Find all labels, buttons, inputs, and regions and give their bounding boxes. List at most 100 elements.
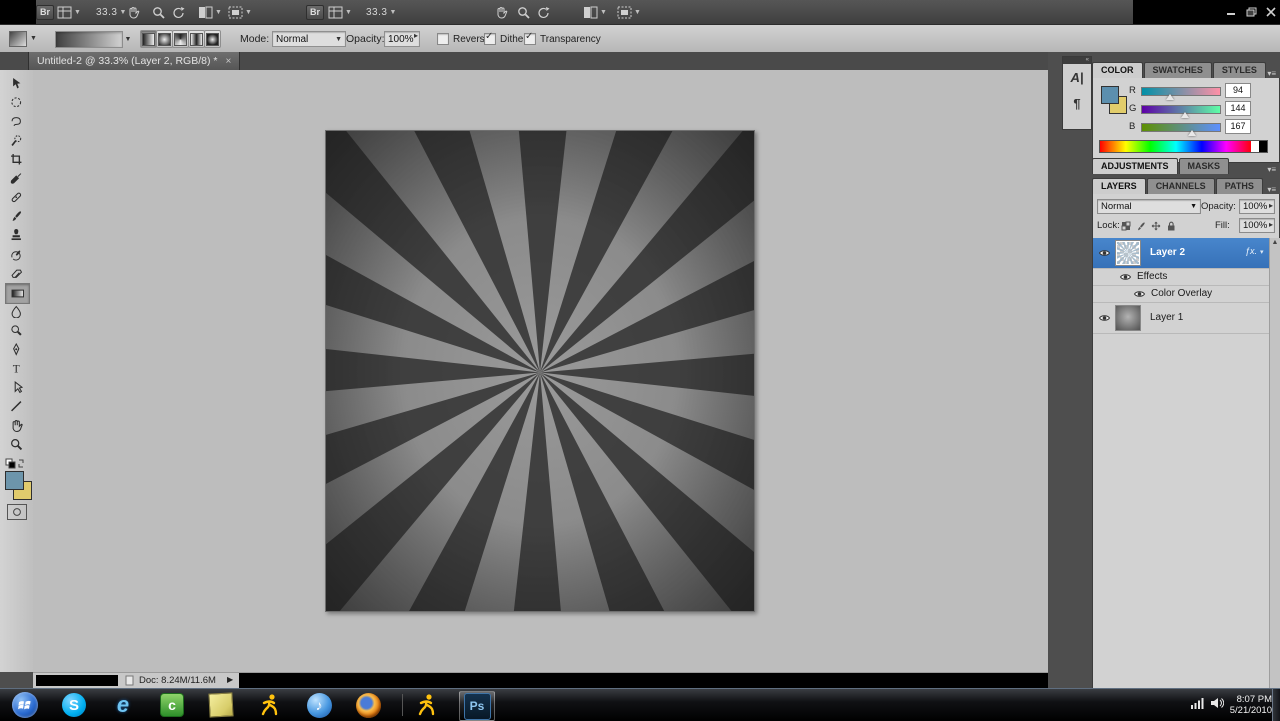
zoom-tool[interactable]: [6, 435, 27, 454]
layer-thumbnail[interactable]: [1099, 224, 1157, 282]
dodge-tool[interactable]: [6, 321, 27, 340]
effect-item-row[interactable]: Color Overlay: [1093, 286, 1269, 303]
g-value-field[interactable]: 144: [1225, 101, 1251, 116]
brush-tool[interactable]: [6, 207, 27, 226]
color-panel-menu-icon[interactable]: ▾≡: [1267, 69, 1280, 78]
taskbar-button-photoshop[interactable]: Ps: [459, 691, 495, 721]
layers-tab-layers[interactable]: LAYERS: [1092, 178, 1146, 194]
adjustments-tab-adjustments[interactable]: ADJUSTMENTS: [1092, 158, 1178, 174]
foreground-color-swatch[interactable]: [1101, 86, 1119, 104]
taskbar-button-internet-explorer[interactable]: e: [106, 691, 140, 719]
quick-select-tool[interactable]: [6, 131, 27, 150]
angle-gradient-button[interactable]: [172, 30, 189, 48]
lock-position-icon[interactable]: [1151, 218, 1161, 236]
lock-transparency-icon[interactable]: [1121, 218, 1131, 236]
show-desktop-button[interactable]: [1272, 689, 1280, 721]
eraser-tool[interactable]: [6, 264, 27, 283]
linear-gradient-button[interactable]: [140, 30, 157, 48]
color-tab-swatches[interactable]: SWATCHES: [1143, 62, 1212, 78]
b-value-field[interactable]: 167: [1225, 119, 1251, 134]
layer-row[interactable]: Layer 2 ƒx. ▾: [1093, 224, 1269, 282]
taskbar-button-firefox[interactable]: [351, 691, 385, 719]
history-brush-tool[interactable]: [6, 245, 27, 264]
layers-scrollbar[interactable]: ▲: [1269, 238, 1280, 694]
diamond-gradient-button[interactable]: [204, 30, 221, 48]
taskbar-button-aim[interactable]: [253, 691, 287, 719]
hand-tool[interactable]: [6, 416, 27, 435]
layers-tab-paths[interactable]: PATHS: [1215, 178, 1263, 194]
b-slider-track[interactable]: [1141, 123, 1221, 132]
close-tab-icon[interactable]: ×: [225, 56, 231, 67]
lasso-tool[interactable]: [6, 112, 27, 131]
type-tool[interactable]: T: [6, 359, 27, 378]
line-tool[interactable]: [6, 397, 27, 416]
taskbar-button-skype[interactable]: S: [57, 691, 91, 719]
path-select-tool[interactable]: [6, 378, 27, 397]
bridge-button[interactable]: Br: [306, 4, 325, 20]
transparency-checkbox[interactable]: Transparency: [524, 31, 601, 45]
layer-fx-badge[interactable]: ƒx.: [1245, 246, 1257, 256]
fill-arrow[interactable]: ▸: [1269, 220, 1273, 229]
mode-dropdown[interactable]: Normal ▼: [272, 31, 346, 47]
taskbar-button-torrent-client[interactable]: c: [155, 691, 189, 719]
marquee-tool[interactable]: [6, 93, 27, 112]
blur-tool[interactable]: [6, 302, 27, 321]
eyedropper-tool[interactable]: [6, 169, 27, 188]
radial-gradient-button[interactable]: [156, 30, 173, 48]
status-expand-arrow[interactable]: ▶: [227, 675, 233, 684]
visibility-eye-icon[interactable]: [1133, 289, 1146, 299]
view-extras-button[interactable]: ▼: [328, 4, 352, 20]
arrange-documents-button[interactable]: ▼: [583, 4, 607, 20]
volume-icon[interactable]: [1210, 696, 1224, 714]
layer-row[interactable]: Layer 1: [1093, 303, 1269, 334]
taskbar-clock[interactable]: 8:07 PM 5/21/2010: [1230, 694, 1272, 716]
taskbar-button-itunes[interactable]: ♪: [302, 691, 336, 719]
color-tab-color[interactable]: COLOR: [1092, 62, 1143, 78]
arrange-documents-button[interactable]: ▼: [198, 4, 222, 20]
hand-button[interactable]: [127, 4, 140, 20]
hand-button[interactable]: [495, 4, 508, 20]
adjustments-tab-masks[interactable]: MASKS: [1178, 158, 1230, 174]
taskbar-button-sticky-notes[interactable]: [204, 691, 238, 719]
restore-button[interactable]: [1244, 6, 1258, 17]
bridge-button[interactable]: Br: [36, 4, 55, 20]
dither-checkbox-box[interactable]: [484, 31, 496, 45]
collapse-arrows-icon[interactable]: «: [1063, 57, 1091, 64]
rotate-view-button[interactable]: [537, 4, 551, 20]
dither-checkbox[interactable]: Dither: [484, 31, 527, 45]
black-chip[interactable]: [1259, 140, 1268, 153]
reverse-checkbox-box[interactable]: [437, 33, 449, 45]
pen-tool[interactable]: [6, 340, 27, 359]
tool-preset-picker[interactable]: ▼: [9, 30, 39, 47]
layer-thumbnail[interactable]: [1115, 305, 1141, 331]
transparency-checkbox-box[interactable]: [524, 31, 536, 45]
visibility-eye-icon[interactable]: [1098, 248, 1111, 258]
r-slider-track[interactable]: [1141, 87, 1221, 96]
foreground-color-swatch[interactable]: [5, 471, 24, 490]
color-tab-styles[interactable]: STYLES: [1212, 62, 1266, 78]
zoom-level-button[interactable]: 33.3 ▼: [366, 4, 396, 20]
fx-collapse-icon[interactable]: ▾: [1260, 248, 1264, 256]
paragraph-panel-icon[interactable]: ¶: [1063, 90, 1091, 116]
layers-tab-channels[interactable]: CHANNELS: [1146, 178, 1215, 194]
zoom-tool-button[interactable]: [517, 4, 530, 20]
scroll-up-icon[interactable]: ▲: [1270, 238, 1280, 248]
character-panel-icon[interactable]: A|: [1063, 64, 1091, 90]
zoom-tool-button[interactable]: [152, 4, 165, 20]
b-slider-thumb[interactable]: [1188, 130, 1197, 136]
healing-brush-tool[interactable]: [6, 188, 27, 207]
gradient-tool[interactable]: [5, 283, 30, 304]
lock-all-icon[interactable]: [1166, 218, 1176, 236]
color-spectrum-ramp[interactable]: [1099, 140, 1253, 153]
blend-mode-dropdown[interactable]: Normal ▼: [1097, 199, 1201, 214]
r-value-field[interactable]: 94: [1225, 83, 1251, 98]
crop-tool[interactable]: [6, 150, 27, 169]
visibility-eye-icon[interactable]: [1119, 272, 1132, 282]
default-swap-colors[interactable]: [5, 457, 27, 469]
effects-row[interactable]: Effects: [1093, 269, 1269, 286]
canvas-sunburst-image[interactable]: [325, 130, 755, 612]
document-tab[interactable]: Untitled-2 @ 33.3% (Layer 2, RGB/8) * ×: [28, 52, 241, 70]
adjustments-panel-menu-icon[interactable]: ▾≡: [1267, 165, 1280, 174]
lock-pixels-icon[interactable]: [1136, 218, 1146, 236]
visibility-eye-icon[interactable]: [1098, 313, 1111, 323]
